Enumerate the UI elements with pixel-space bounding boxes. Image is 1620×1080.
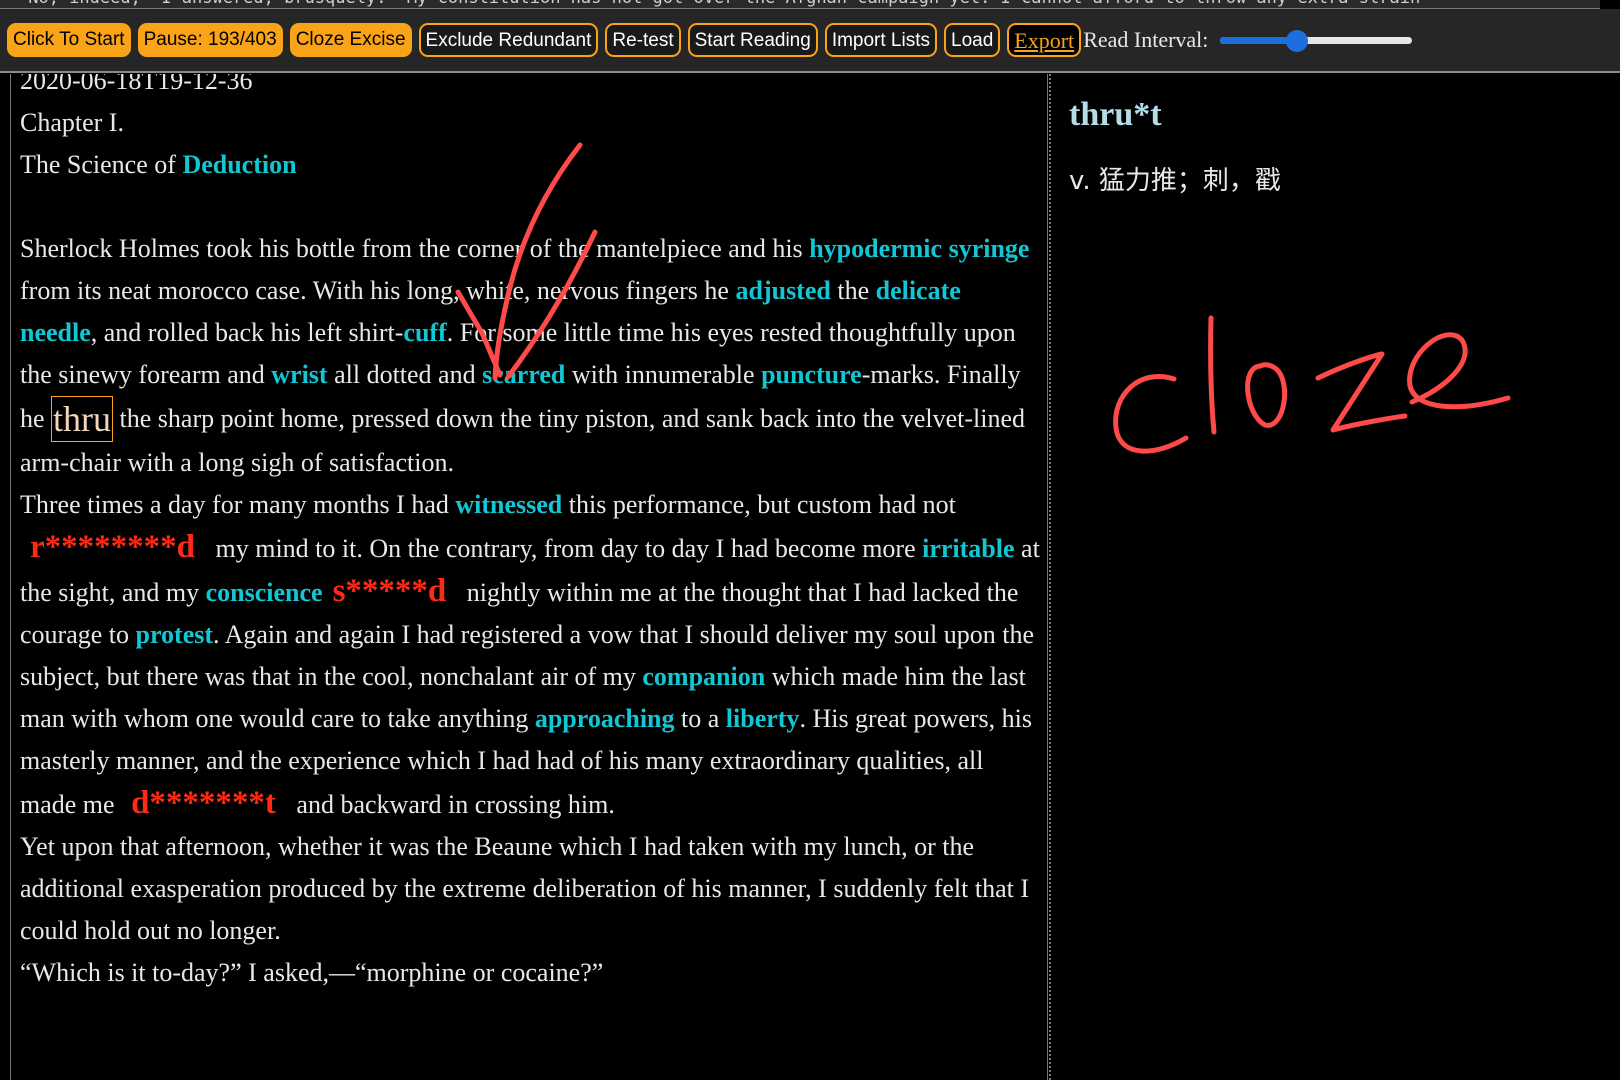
text: with innumerable — [565, 360, 762, 389]
re-test-button[interactable]: Re-test — [605, 23, 681, 57]
keyword[interactable]: Deduction — [182, 150, 296, 179]
chapter-title: The Science of Deduction — [20, 144, 1040, 186]
keyword[interactable]: puncture — [761, 360, 862, 389]
text: Sherlock Holmes took his bottle from the… — [20, 234, 810, 263]
load-button[interactable]: Load — [944, 23, 1001, 57]
read-interval-label: Read Interval: — [1083, 27, 1209, 52]
cloze-blank[interactable]: d*******t — [121, 785, 290, 821]
exclude-redundant-button[interactable]: Exclude Redundant — [418, 23, 599, 57]
paragraph-2: Three times a day for many months I had … — [20, 484, 1040, 826]
text: all dotted and — [327, 360, 483, 389]
keyword[interactable]: protest — [136, 620, 214, 649]
keyword[interactable]: scarred — [482, 360, 565, 389]
reading-text: 2020-06-18T19-12-36 Chapter I. The Scien… — [20, 74, 1040, 994]
text: the — [830, 276, 876, 305]
keyword[interactable]: liberty — [726, 704, 800, 733]
title-text: The Science of — [20, 150, 183, 179]
keyword[interactable]: cuff — [403, 318, 446, 347]
keyword[interactable]: approaching — [535, 704, 675, 733]
cloze-blank[interactable]: r********d — [20, 529, 209, 565]
keyword[interactable]: adjusted — [735, 276, 830, 305]
marquee-text: “No, indeed,” I answered, brusquely. “My… — [0, 0, 1420, 8]
text: my mind to it. On the contrary, from day… — [209, 534, 923, 563]
pause-button[interactable]: Pause: 193/403 — [137, 23, 283, 57]
import-lists-button[interactable]: Import Lists — [824, 23, 938, 57]
chapter-heading: Chapter I. — [20, 108, 124, 137]
marquee-ticker: “No, indeed,” I answered, brusquely. “My… — [0, 0, 1600, 9]
text: Three times a day for many months I had — [20, 490, 456, 519]
text: , and rolled back his left shirt- — [90, 318, 404, 347]
paragraph-3: Yet upon that afternoon, whether it was … — [20, 832, 1030, 945]
slider-thumb[interactable] — [1286, 30, 1309, 52]
current-word-highlight[interactable]: thru — [51, 396, 114, 442]
cloze-excise-button[interactable]: Cloze Excise — [289, 23, 412, 57]
definition-meaning: v. 猛力推；刺，戳 — [1069, 166, 1281, 196]
keyword[interactable]: needle — [20, 318, 91, 347]
timestamp: 2020-06-18T19-12-36 — [20, 74, 253, 95]
reading-pane[interactable]: 2020-06-18T19-12-36 Chapter I. The Scien… — [10, 74, 1048, 1080]
click-to-start-button[interactable]: Click To Start — [7, 23, 131, 57]
read-interval-slider[interactable] — [1220, 30, 1413, 52]
keyword[interactable]: companion — [642, 662, 765, 691]
paragraph-4: “Which is it to-day?” I asked,—“morphine… — [20, 958, 604, 987]
paragraph-1: Sherlock Holmes took his bottle from the… — [20, 228, 1040, 484]
keyword[interactable]: witnessed — [455, 490, 562, 519]
cloze-blank[interactable]: s*****d — [323, 573, 461, 609]
keyword[interactable]: delicate — [876, 276, 961, 305]
definition-panel: thru*t v. 猛力推；刺，戳 — [1049, 74, 1620, 1080]
text: the sharp point home, pressed down the t… — [20, 404, 1026, 477]
text: to a — [674, 704, 726, 733]
keyword[interactable]: wrist — [271, 360, 327, 389]
start-reading-button[interactable]: Start Reading — [687, 23, 818, 57]
keyword[interactable]: hypodermic syringe — [809, 234, 1029, 263]
toolbar: Click To Start Pause: 193/403 Cloze Exci… — [0, 9, 1620, 73]
text: and backward in crossing him. — [289, 790, 615, 819]
text: from its neat morocco case. With his lon… — [20, 276, 736, 305]
keyword[interactable]: irritable — [922, 534, 1014, 563]
definition-word: thru*t — [1069, 96, 1162, 133]
export-link[interactable]: Export — [1007, 23, 1082, 57]
text: this performance, but custom had not — [562, 490, 956, 519]
keyword[interactable]: conscience — [206, 578, 323, 607]
